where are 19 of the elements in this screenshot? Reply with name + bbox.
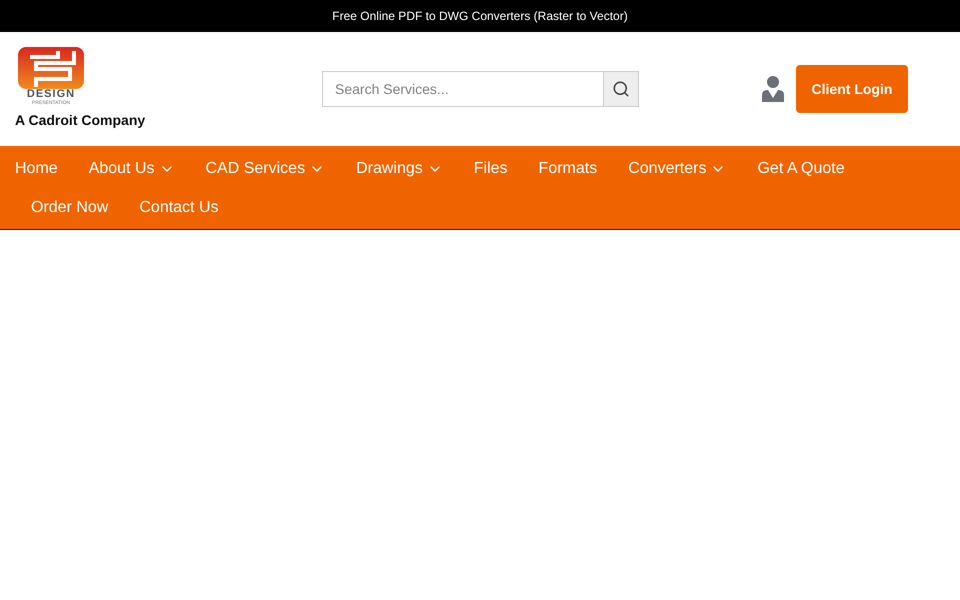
user-icon: [761, 76, 785, 102]
nav-link[interactable]: CAD Services: [190, 149, 340, 188]
nav-link[interactable]: Contact Us: [124, 188, 234, 227]
nav-link[interactable]: Home: [0, 149, 73, 188]
announcement-text: Free Online PDF to DWG Converters (Raster to Vector): [332, 8, 628, 25]
nav-link[interactable]: Converters: [613, 149, 742, 188]
tagline: A Cadroit Company: [15, 111, 146, 130]
client-login-button[interactable]: Client Login: [796, 65, 908, 113]
nav-link[interactable]: Order Now: [16, 188, 124, 227]
nav-link[interactable]: Drawings: [341, 149, 458, 188]
nav-link[interactable]: Get A Quote: [742, 149, 860, 188]
search-field[interactable]: Search Services...: [322, 71, 604, 107]
logo-word: DESIGN: [26, 89, 76, 100]
logo-icon: [18, 47, 84, 89]
nav-link[interactable]: Files: [458, 149, 523, 188]
search-icon: [612, 80, 630, 98]
nav-link[interactable]: About Us: [74, 149, 190, 188]
nav-link[interactable]: Formats: [524, 149, 612, 188]
search-button[interactable]: [604, 71, 639, 107]
